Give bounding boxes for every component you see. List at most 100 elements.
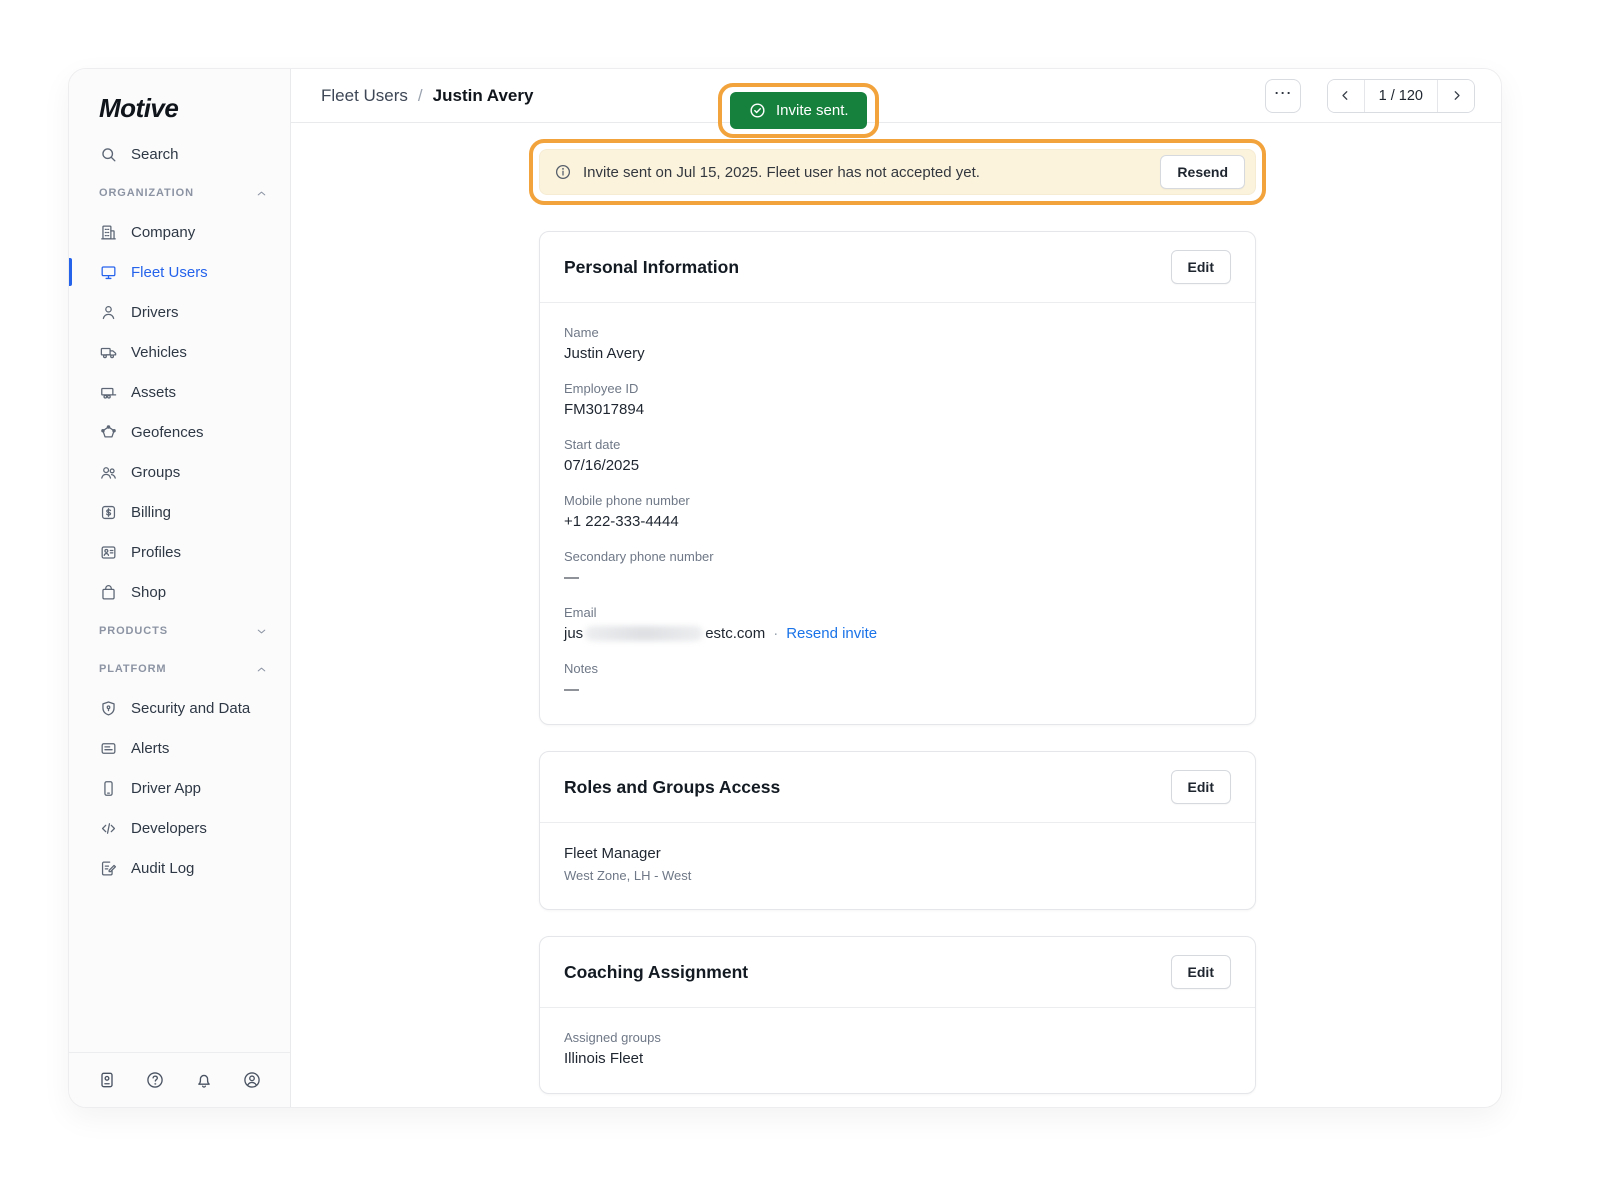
invite-pending-banner: Invite sent on Jul 15, 2025. Fleet user … bbox=[539, 149, 1256, 195]
sidebar-item-security-and-data[interactable]: Security and Data bbox=[69, 688, 290, 728]
field-value: FM3017894 bbox=[564, 401, 1231, 418]
sidebar-item-company[interactable]: Company bbox=[69, 212, 290, 252]
field-email: Email jus estc.com · Resend invite bbox=[564, 605, 1231, 642]
page-background: Motive Search ORGANIZATION Company Fleet… bbox=[0, 0, 1600, 1200]
monitor-icon bbox=[99, 263, 118, 282]
person-icon bbox=[99, 303, 118, 322]
field-employee-id: Employee ID FM3017894 bbox=[564, 381, 1231, 418]
sidebar-item-label: Security and Data bbox=[131, 700, 250, 717]
toast-annotation-highlight: Invite sent. bbox=[718, 83, 879, 138]
card-body: Assigned groups Illinois Fleet bbox=[540, 1008, 1255, 1093]
search-icon bbox=[99, 145, 118, 164]
sidebar-item-groups[interactable]: Groups bbox=[69, 452, 290, 492]
sidebar-item-assets[interactable]: Assets bbox=[69, 372, 290, 412]
invite-sent-toast: Invite sent. bbox=[730, 92, 867, 129]
edit-roles-button[interactable]: Edit bbox=[1171, 770, 1231, 804]
email-value: jus estc.com · Resend invite bbox=[564, 625, 1231, 642]
sidebar-item-label: Fleet Users bbox=[131, 264, 208, 281]
banner-text: Invite sent on Jul 15, 2025. Fleet user … bbox=[583, 164, 1149, 181]
sidebar-item-billing[interactable]: Billing bbox=[69, 492, 290, 532]
shop-bag-icon bbox=[99, 583, 118, 602]
sidebar-item-label: Geofences bbox=[131, 424, 204, 441]
sidebar-item-alerts[interactable]: Alerts bbox=[69, 728, 290, 768]
field-label: Mobile phone number bbox=[564, 493, 1231, 508]
device-icon[interactable] bbox=[97, 1070, 117, 1090]
card-header: Personal Information Edit bbox=[540, 232, 1255, 303]
field-assigned-groups: Assigned groups Illinois Fleet bbox=[564, 1030, 1231, 1067]
field-label: Secondary phone number bbox=[564, 549, 1231, 564]
shield-icon bbox=[99, 699, 118, 718]
dot-separator: · bbox=[773, 625, 778, 642]
email-visible-end: estc.com bbox=[705, 625, 765, 642]
edit-coaching-button[interactable]: Edit bbox=[1171, 955, 1231, 989]
sidebar-section-organization[interactable]: ORGANIZATION bbox=[69, 174, 290, 212]
alerts-icon bbox=[99, 739, 118, 758]
truck-icon bbox=[99, 343, 118, 362]
sidebar-item-label: Alerts bbox=[131, 740, 169, 757]
email-visible-start: jus bbox=[564, 625, 583, 642]
trailer-icon bbox=[99, 383, 118, 402]
sidebar-item-label: Audit Log bbox=[131, 860, 194, 877]
breadcrumb-parent[interactable]: Fleet Users bbox=[321, 86, 408, 106]
previous-record-button[interactable] bbox=[1328, 80, 1364, 112]
sidebar-item-geofences[interactable]: Geofences bbox=[69, 412, 290, 452]
people-icon bbox=[99, 463, 118, 482]
field-label: Notes bbox=[564, 661, 1231, 676]
audit-log-icon bbox=[99, 859, 118, 878]
breadcrumb: Fleet Users / Justin Avery bbox=[321, 86, 533, 106]
id-card-icon bbox=[99, 543, 118, 562]
topbar: Fleet Users / Justin Avery ⋯ 1 / 120 bbox=[291, 69, 1501, 123]
card-title: Coaching Assignment bbox=[564, 962, 748, 983]
help-icon[interactable] bbox=[145, 1070, 165, 1090]
sidebar-item-label: Groups bbox=[131, 464, 180, 481]
sidebar-item-vehicles[interactable]: Vehicles bbox=[69, 332, 290, 372]
personal-information-card: Personal Information Edit Name Justin Av… bbox=[539, 231, 1256, 725]
sidebar-section-platform[interactable]: PLATFORM bbox=[69, 650, 290, 688]
resend-button[interactable]: Resend bbox=[1160, 155, 1245, 189]
sidebar-item-developers[interactable]: Developers bbox=[69, 808, 290, 848]
sidebar-item-label: Driver App bbox=[131, 780, 201, 797]
geofence-icon bbox=[99, 423, 118, 442]
sidebar-item-driver-app[interactable]: Driver App bbox=[69, 768, 290, 808]
topbar-actions: ⋯ 1 / 120 bbox=[1265, 79, 1475, 113]
sidebar-item-label: Billing bbox=[131, 504, 171, 521]
sidebar-item-label: Profiles bbox=[131, 544, 181, 561]
sidebar-item-search[interactable]: Search bbox=[69, 134, 290, 174]
chevron-left-icon bbox=[1338, 88, 1353, 103]
app-window: Motive Search ORGANIZATION Company Fleet… bbox=[68, 68, 1502, 1108]
field-start-date: Start date 07/16/2025 bbox=[564, 437, 1231, 474]
info-icon bbox=[554, 163, 572, 181]
sidebar-item-label: Search bbox=[131, 146, 179, 163]
company-icon bbox=[99, 223, 118, 242]
account-icon[interactable] bbox=[242, 1070, 262, 1090]
sidebar-section-products[interactable]: PRODUCTS bbox=[69, 612, 290, 650]
edit-personal-information-button[interactable]: Edit bbox=[1171, 250, 1231, 284]
card-header: Coaching Assignment Edit bbox=[540, 937, 1255, 1008]
sidebar-item-audit-log[interactable]: Audit Log bbox=[69, 848, 290, 888]
sidebar-item-shop[interactable]: Shop bbox=[69, 572, 290, 612]
card-title: Personal Information bbox=[564, 257, 739, 278]
breadcrumb-separator: / bbox=[418, 86, 423, 106]
sidebar-item-profiles[interactable]: Profiles bbox=[69, 532, 290, 572]
page-indicator: 1 / 120 bbox=[1364, 80, 1438, 112]
sidebar-item-fleet-users[interactable]: Fleet Users bbox=[69, 252, 290, 292]
sidebar-item-label: Company bbox=[131, 224, 195, 241]
sidebar-item-label: Vehicles bbox=[131, 344, 187, 361]
resend-invite-link[interactable]: Resend invite bbox=[786, 625, 877, 642]
page-title: Justin Avery bbox=[433, 86, 534, 106]
motive-logo[interactable]: Motive bbox=[69, 93, 290, 134]
field-value: 07/16/2025 bbox=[564, 457, 1231, 474]
banner-annotation-highlight: Invite sent on Jul 15, 2025. Fleet user … bbox=[529, 139, 1266, 205]
chevron-up-icon bbox=[255, 663, 268, 676]
field-label: Employee ID bbox=[564, 381, 1231, 396]
more-options-button[interactable]: ⋯ bbox=[1265, 79, 1301, 113]
motive-logo-text: Motive bbox=[99, 93, 178, 123]
next-record-button[interactable] bbox=[1438, 80, 1474, 112]
field-label: Email bbox=[564, 605, 1231, 620]
sidebar-item-drivers[interactable]: Drivers bbox=[69, 292, 290, 332]
toast-label: Invite sent. bbox=[776, 102, 849, 119]
sidebar-footer bbox=[69, 1052, 290, 1107]
sidebar-item-label: Assets bbox=[131, 384, 176, 401]
bell-icon[interactable] bbox=[194, 1070, 214, 1090]
sidebar-item-label: Drivers bbox=[131, 304, 179, 321]
